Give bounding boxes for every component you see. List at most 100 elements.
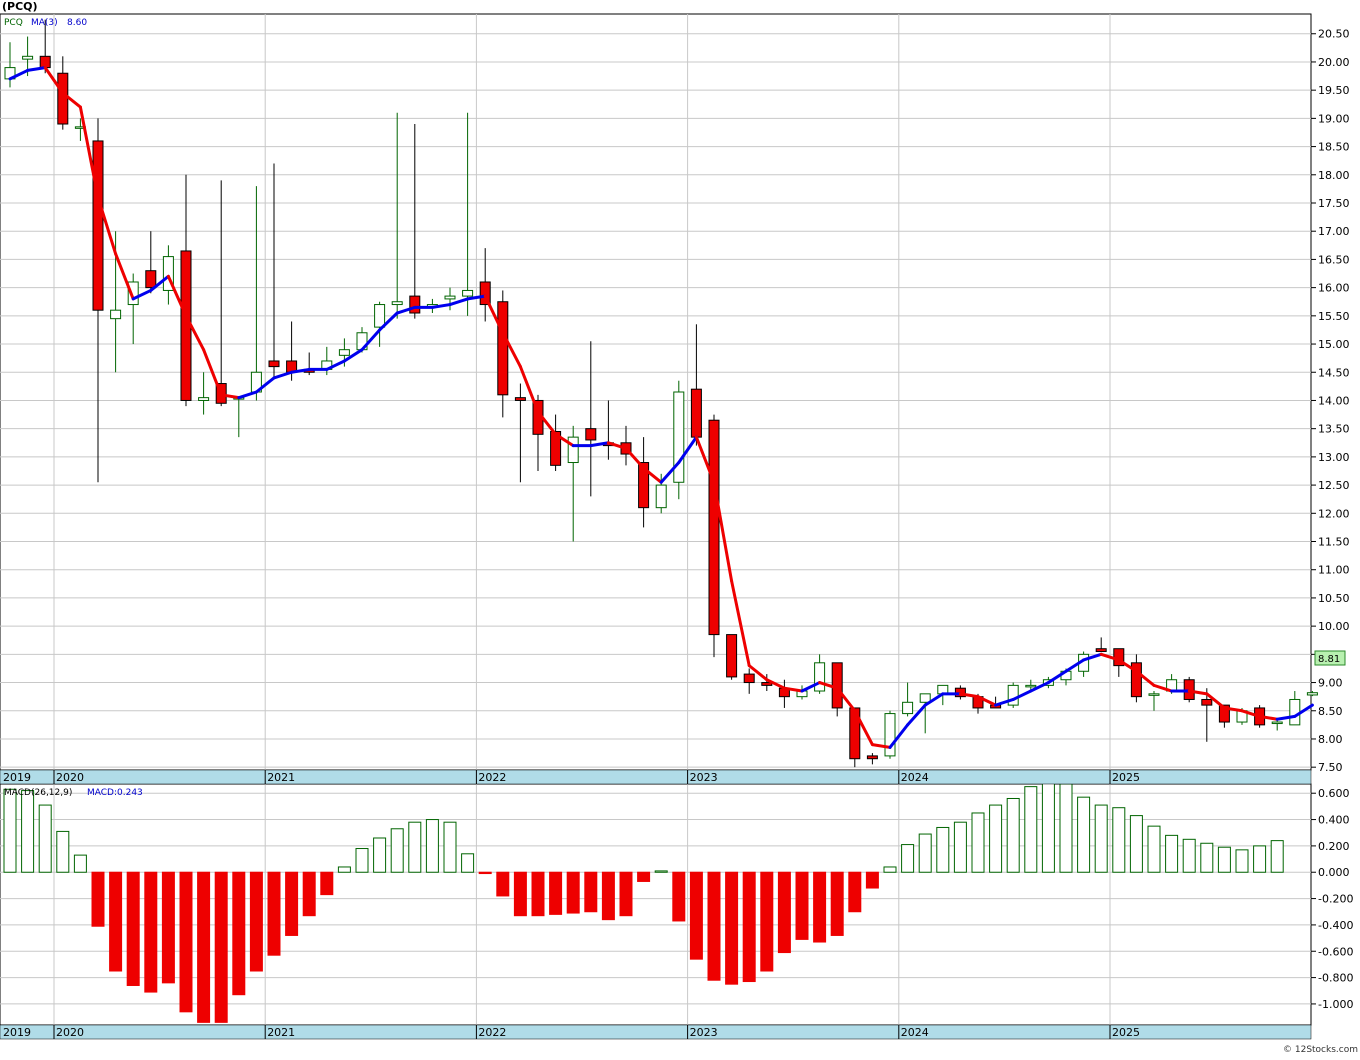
- macd-bar-positive: [56, 830, 70, 873]
- macd-tick-label: -1.000: [1318, 998, 1353, 1011]
- macd-bar-positive: [1077, 796, 1091, 873]
- macd-tick-label: -0.200: [1318, 893, 1353, 906]
- macd-bar-positive: [425, 819, 439, 873]
- year-label: 2025: [1112, 1026, 1140, 1039]
- macd-bar-positive: [1200, 842, 1214, 873]
- macd-bar-negative: [179, 871, 193, 1013]
- macd-bar-positive: [1041, 782, 1055, 873]
- candle-body-up: [673, 391, 685, 483]
- year-label: 2020: [56, 1026, 84, 1039]
- macd-bar-negative: [566, 871, 580, 914]
- macd-bar-positive: [1182, 838, 1196, 873]
- candle-body-up: [462, 289, 474, 297]
- macd-bar-negative: [161, 871, 175, 984]
- macd-bar-positive: [1112, 807, 1126, 873]
- price-tick-label: 18.00: [1318, 169, 1350, 182]
- price-tick-label: 16.50: [1318, 253, 1350, 266]
- macd-bar-negative: [214, 871, 228, 1023]
- macd-bar-negative: [760, 871, 774, 972]
- macd-bar-negative: [197, 871, 211, 1023]
- price-tick-label: 14.50: [1318, 366, 1350, 379]
- macd-bar-negative: [672, 871, 686, 922]
- macd-bar-negative: [267, 871, 281, 956]
- macd-tick-label: -0.400: [1318, 919, 1353, 932]
- price-tick-label: 11.50: [1318, 536, 1350, 549]
- macd-bar-negative: [144, 871, 158, 993]
- macd-bar-negative: [637, 871, 651, 882]
- candle-body-up: [338, 349, 350, 356]
- macd-bar-positive: [38, 804, 52, 873]
- macd-bar-positive: [971, 812, 985, 873]
- candle-body-down: [866, 755, 878, 760]
- macd-bar-positive: [355, 848, 369, 873]
- macd-bar-negative: [865, 871, 879, 889]
- macd-bar-positive: [3, 788, 17, 873]
- macd-bar-negative: [531, 871, 545, 917]
- candle-body-up: [902, 701, 914, 715]
- y-axis-ticks: 20.50 20.00 19.50 19.00 18.50 18.00 17.50 17.00…: [1311, 28, 1353, 1011]
- macd-bar-negative: [249, 871, 263, 972]
- candle-body-down: [743, 673, 755, 684]
- macd-bar-positive: [1094, 804, 1108, 873]
- year-label: 2024: [901, 771, 929, 784]
- year-label: 2025: [1112, 771, 1140, 784]
- macd-tick-label: 0.600: [1318, 787, 1350, 800]
- macd-bar-positive: [21, 790, 35, 873]
- macd-bar-positive: [443, 821, 457, 873]
- price-tick-label: 11.00: [1318, 564, 1350, 577]
- price-tick-label: 12.50: [1318, 479, 1350, 492]
- price-tick-label: 7.50: [1318, 761, 1343, 774]
- macd-bar-negative: [513, 871, 527, 917]
- macd-bar-positive: [1129, 815, 1143, 873]
- macd-bar-negative: [619, 871, 633, 917]
- candle: [673, 380, 685, 500]
- stock-chart: 2019 2019 2020 2020 2021 2021 2022 2022 2023 2023…: [0, 0, 1360, 1056]
- candle-body-down: [514, 397, 526, 401]
- macd-bar-positive: [408, 821, 422, 873]
- macd-bar-positive: [654, 870, 668, 873]
- candle-body-down: [1201, 698, 1213, 706]
- price-tick-label: 20.00: [1318, 56, 1350, 69]
- macd-bar-negative: [830, 871, 844, 936]
- macd-bar-negative: [601, 871, 615, 921]
- year-label: 2024: [901, 1026, 929, 1039]
- macd-tick-label: 0.000: [1318, 866, 1350, 879]
- year-label: 2023: [690, 1026, 718, 1039]
- candle-body-down: [690, 388, 702, 438]
- macd-bar-negative: [725, 871, 739, 985]
- macd-bar-positive: [1006, 797, 1020, 873]
- price-tick-label: 8.00: [1318, 733, 1343, 746]
- candle-body-up: [1148, 693, 1160, 696]
- candle: [726, 634, 738, 680]
- macd-bar-positive: [390, 828, 404, 873]
- macd-bar-negative: [496, 871, 510, 897]
- price-tick-label: 16.00: [1318, 282, 1350, 295]
- macd-bar-negative: [549, 871, 563, 915]
- price-tick-label: 9.00: [1318, 677, 1343, 690]
- macd-bar-positive: [337, 866, 351, 873]
- price-tick-label: 10.50: [1318, 592, 1350, 605]
- price-tick-label: 10.00: [1318, 620, 1350, 633]
- price-tick-label: 19.00: [1318, 112, 1350, 125]
- candle-body-down: [409, 295, 421, 314]
- macd-bar-positive: [1024, 786, 1038, 873]
- macd-bar-positive: [918, 833, 932, 873]
- macd-bar-negative: [320, 871, 334, 896]
- candle-body-down: [92, 140, 104, 311]
- macd-bar-negative: [91, 871, 105, 927]
- year-label: 2023: [690, 771, 718, 784]
- watermark: © 12Stocks.com: [1283, 1045, 1358, 1055]
- candle-body-up: [655, 484, 667, 509]
- macd-bar-negative: [584, 871, 598, 913]
- macd-bar-negative: [126, 871, 140, 986]
- candle-body-up: [1271, 721, 1283, 725]
- candle-body-down: [497, 301, 509, 396]
- macd-bar-positive: [989, 804, 1003, 873]
- price-tick-label: 17.00: [1318, 225, 1350, 238]
- macd-bar-positive: [1217, 846, 1231, 873]
- price-tick-label: 19.50: [1318, 84, 1350, 97]
- macd-bar-positive: [901, 844, 915, 873]
- macd-bar-positive: [1235, 849, 1249, 873]
- year-label: 2021: [267, 771, 295, 784]
- candle: [884, 710, 896, 759]
